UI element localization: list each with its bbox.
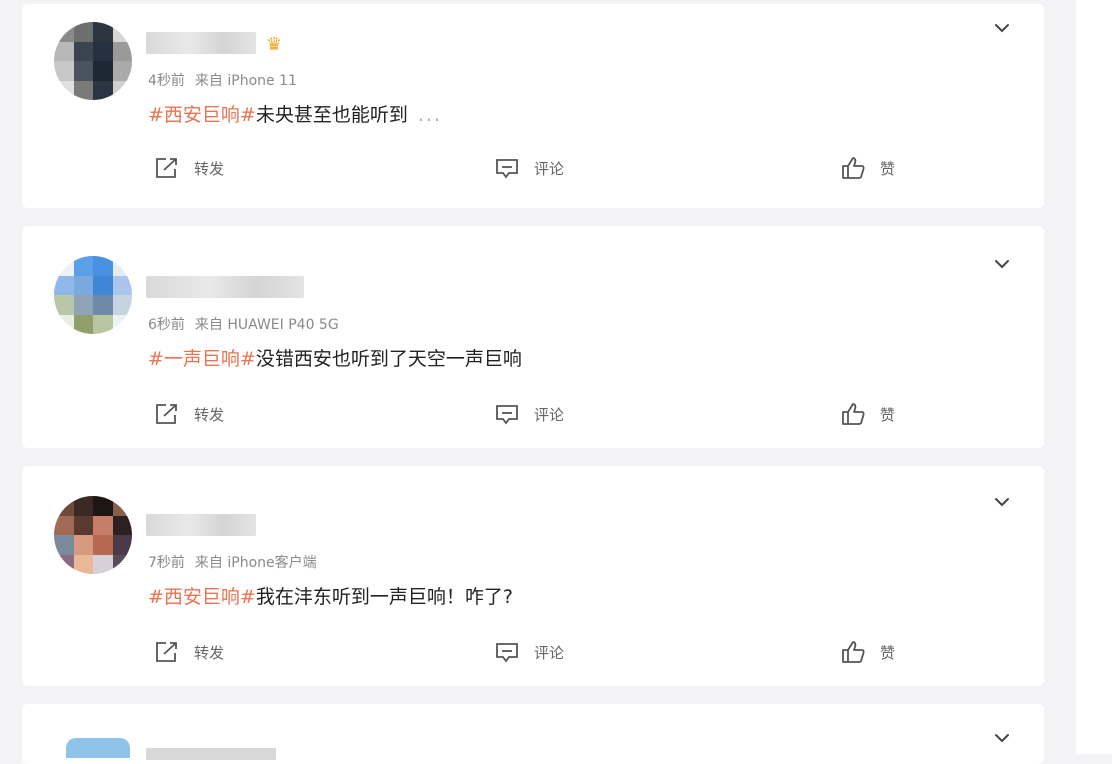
repost-button[interactable]: 转发 [154, 156, 224, 180]
post-meta: 4秒前 来自 iPhone 11 [148, 70, 297, 90]
avatar[interactable] [54, 256, 132, 334]
post-source: 来自 HUAWEI P40 5G [194, 317, 339, 333]
post-source: 来自 iPhone 11 [194, 73, 297, 89]
username[interactable] [146, 32, 256, 54]
comment-label: 评论 [534, 159, 565, 178]
post-text: #一声巨响#没错西安也听到了天空一声巨响 [148, 344, 522, 371]
action-bar: 转发 评论 赞 [22, 402, 1044, 432]
avatar[interactable] [54, 496, 132, 574]
like-button[interactable]: 赞 [840, 640, 895, 664]
topic-link[interactable]: #西安巨响# [148, 104, 256, 126]
like-icon [842, 157, 865, 179]
post-text: #西安巨响#未央甚至也能听到... [148, 100, 442, 127]
post-time[interactable]: 4秒前 [148, 73, 185, 89]
like-icon [842, 403, 865, 425]
feed-card: 7秒前 来自 iPhone客户端 #西安巨响#我在沣东听到一声巨响！咋了? 转发 … [22, 466, 1044, 686]
like-label: 赞 [880, 405, 896, 424]
comment-button[interactable]: 评论 [494, 640, 564, 664]
username[interactable] [146, 748, 276, 760]
like-button[interactable]: 赞 [840, 402, 895, 426]
more-ellipsis: ... [417, 104, 442, 126]
post-meta: 7秒前 来自 iPhone客户端 [148, 552, 317, 572]
username[interactable] [146, 276, 304, 298]
like-icon [842, 641, 865, 663]
post-meta: 6秒前 来自 HUAWEI P40 5G [148, 314, 339, 334]
repost-icon [156, 158, 177, 178]
comment-icon [496, 643, 518, 663]
like-label: 赞 [880, 159, 896, 178]
comment-icon [496, 405, 518, 425]
repost-button[interactable]: 转发 [154, 640, 224, 664]
post-time[interactable]: 6秒前 [148, 317, 185, 333]
avatar[interactable] [66, 738, 130, 758]
chevron-down-icon[interactable] [990, 16, 1014, 40]
comment-icon [496, 159, 518, 179]
repost-label: 转发 [194, 643, 225, 662]
comment-button[interactable]: 评论 [494, 156, 564, 180]
comment-label: 评论 [534, 405, 565, 424]
comment-button[interactable]: 评论 [494, 402, 564, 426]
right-rail [1076, 0, 1112, 754]
like-button[interactable]: 赞 [840, 156, 895, 180]
repost-button[interactable]: 转发 [154, 402, 224, 426]
action-bar: 转发 评论 赞 [22, 156, 1044, 186]
like-label: 赞 [880, 643, 896, 662]
post-text: #西安巨响#我在沣东听到一声巨响！咋了? [148, 582, 513, 609]
chevron-down-icon[interactable] [990, 726, 1014, 750]
chevron-down-icon[interactable] [990, 490, 1014, 514]
post-body: 没错西安也听到了天空一声巨响 [255, 348, 522, 370]
chevron-down-icon[interactable] [990, 252, 1014, 276]
username[interactable] [146, 514, 256, 536]
repost-icon [156, 642, 177, 662]
repost-label: 转发 [194, 405, 225, 424]
post-body: 未央甚至也能听到 [255, 104, 408, 126]
topic-link[interactable]: #西安巨响# [148, 586, 256, 608]
post-source: 来自 iPhone客户端 [194, 555, 317, 571]
avatar[interactable] [54, 22, 132, 100]
repost-icon [156, 404, 177, 424]
crown-icon: ♛ [266, 34, 283, 55]
feed-card: 6秒前 来自 HUAWEI P40 5G #一声巨响#没错西安也听到了天空一声巨响… [22, 226, 1044, 448]
comment-label: 评论 [534, 643, 565, 662]
action-bar: 转发 评论 赞 [22, 640, 1044, 670]
topic-link[interactable]: #一声巨响# [148, 348, 256, 370]
post-body: 我在沣东听到一声巨响！咋了? [255, 586, 513, 608]
post-time[interactable]: 7秒前 [148, 555, 185, 571]
feed-card [22, 704, 1044, 764]
feed-card: ♛ 4秒前 来自 iPhone 11 #西安巨响#未央甚至也能听到... 转发 评… [22, 4, 1044, 208]
repost-label: 转发 [194, 159, 225, 178]
